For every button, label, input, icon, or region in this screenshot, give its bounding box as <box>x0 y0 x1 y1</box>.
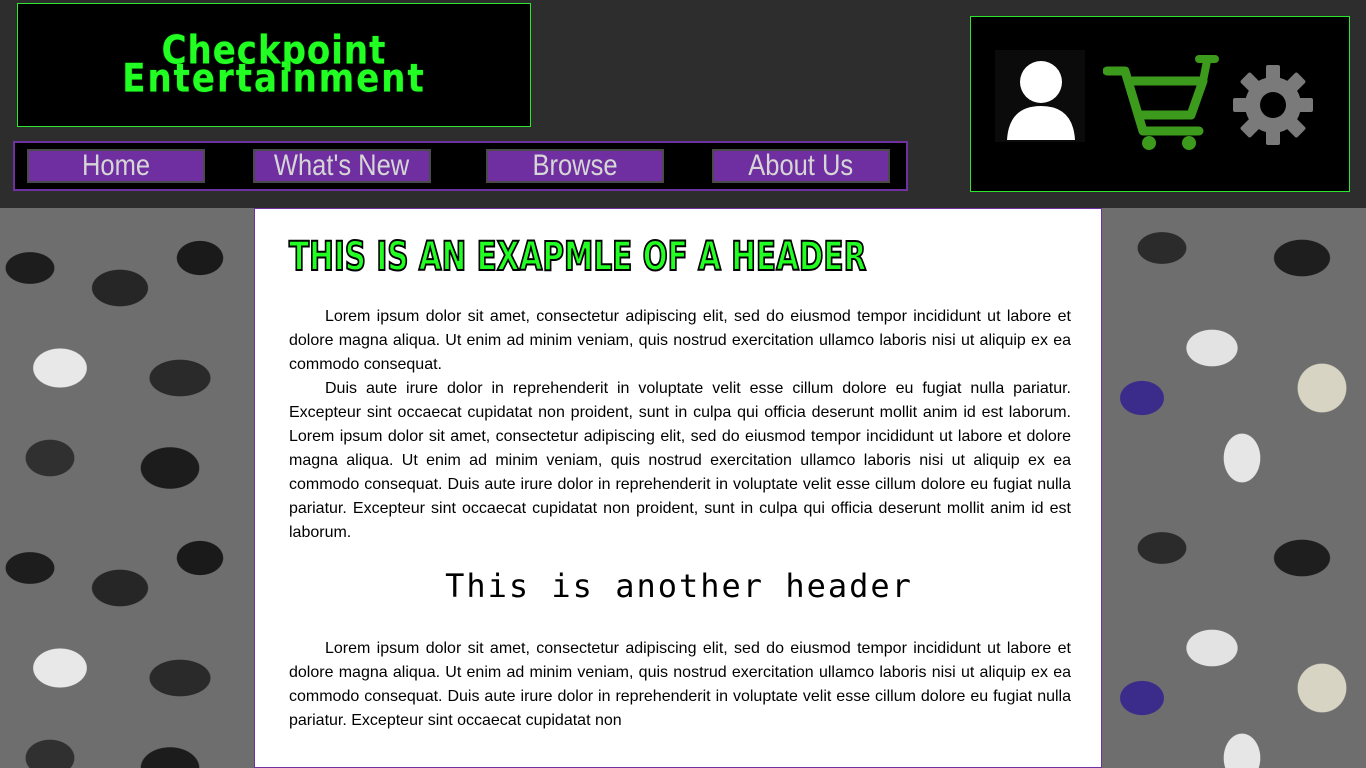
nav-whats-new-button[interactable]: What's New <box>253 149 431 183</box>
nav-about-us-button[interactable]: About Us <box>712 149 890 183</box>
controllers-background-left <box>0 208 254 768</box>
content-header: This is an exapmle of a header <box>288 233 867 281</box>
user-icon[interactable] <box>995 50 1085 142</box>
content-subheader: This is another header <box>445 567 913 605</box>
logo-line-2: Entertainment <box>122 56 426 102</box>
paragraph: Duis aute irure dolor in reprehenderit i… <box>289 380 1071 541</box>
main-content: This is an exapmle of a header Lorem ips… <box>254 208 1102 768</box>
controllers-background-right <box>1102 208 1366 768</box>
logo[interactable]: Checkpoint Entertainment <box>17 3 531 127</box>
paragraph: Lorem ipsum dolor sit amet, consectetur … <box>289 308 1071 373</box>
main-nav: Home What's New Browse About Us <box>13 141 908 191</box>
gear-icon[interactable] <box>1231 63 1315 147</box>
cart-icon[interactable] <box>1102 53 1219 153</box>
nav-home-button[interactable]: Home <box>27 149 205 183</box>
content-paragraphs-1: Lorem ipsum dolor sit amet, consectetur … <box>289 305 1071 545</box>
account-toolbar <box>970 16 1350 192</box>
nav-browse-button[interactable]: Browse <box>486 149 664 183</box>
paragraph: Lorem ipsum dolor sit amet, consectetur … <box>289 640 1071 729</box>
content-paragraphs-2: Lorem ipsum dolor sit amet, consectetur … <box>289 637 1071 733</box>
